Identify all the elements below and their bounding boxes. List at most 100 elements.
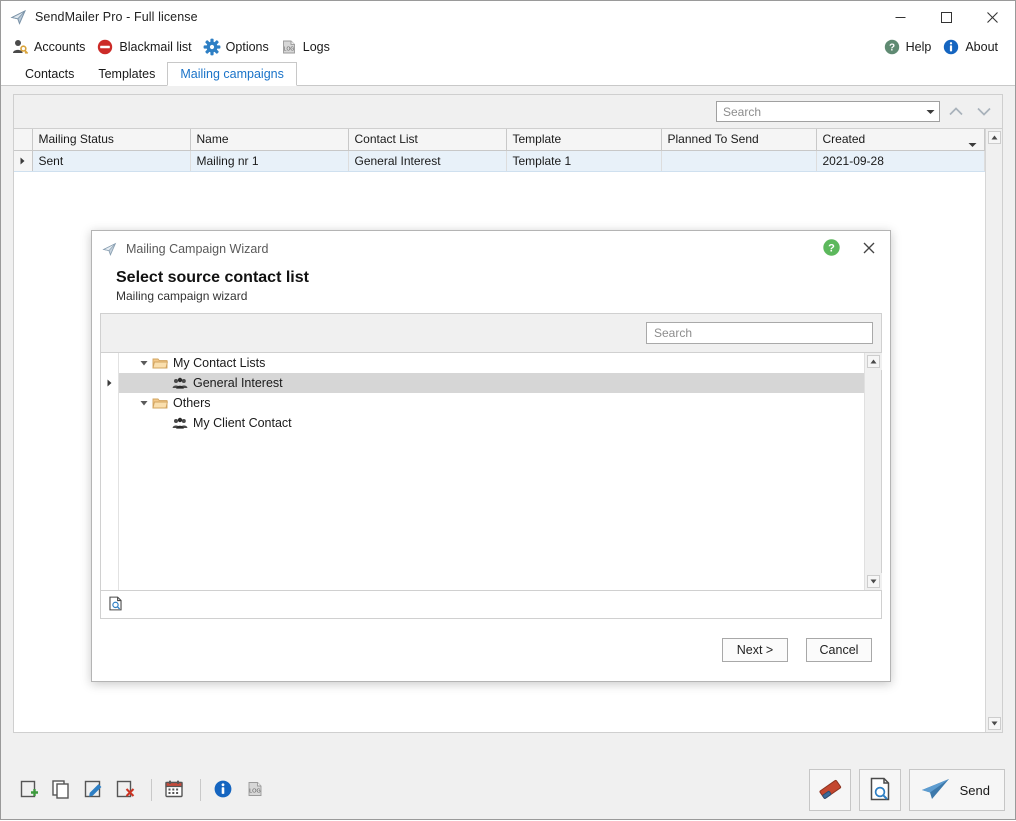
close-icon — [863, 242, 875, 257]
block-icon — [96, 38, 114, 56]
tree-list: My Contact Lists General Interest Others… — [119, 353, 864, 590]
column-header-created[interactable]: Created — [816, 129, 985, 151]
dialog-footer: Next > Cancel — [92, 619, 890, 681]
contacts-group-icon — [171, 415, 188, 431]
paper-plane-icon — [920, 776, 952, 805]
menu-item-options[interactable]: Options — [201, 35, 276, 59]
next-button[interactable]: Next > — [722, 638, 788, 662]
gear-icon — [203, 38, 221, 56]
search-input[interactable]: Search — [717, 105, 921, 119]
tab-templates[interactable]: Templates — [86, 63, 167, 86]
toolbar-separator — [151, 779, 152, 801]
column-header-planned-to-send[interactable]: Planned To Send — [661, 129, 817, 151]
bottom-toolbar-left: LOG — [15, 776, 273, 804]
edit-campaign-button[interactable] — [79, 776, 107, 804]
tree-scroll-down-button[interactable] — [865, 573, 882, 590]
title-bar: SendMailer Pro - Full license — [1, 1, 1015, 33]
tree-node-my-contact-lists[interactable]: My Contact Lists — [119, 353, 864, 373]
search-combo[interactable]: Search — [716, 101, 940, 122]
preview-document-button[interactable] — [858, 769, 901, 811]
preview-document-icon — [866, 775, 894, 806]
preview-document-icon[interactable] — [107, 595, 124, 615]
tab-mailing-campaigns[interactable]: Mailing campaigns — [167, 62, 297, 86]
dialog-title-bar-buttons: ? — [814, 231, 890, 267]
schedule-button[interactable] — [160, 776, 188, 804]
menu-item-logs[interactable]: LOG Logs — [278, 35, 337, 59]
menu-item-label: Accounts — [34, 40, 86, 54]
expand-collapse-icon[interactable] — [137, 359, 151, 367]
contacts-group-icon — [171, 375, 188, 391]
svg-text:LOG: LOG — [249, 788, 260, 794]
scroll-up-button[interactable] — [986, 129, 1002, 146]
column-header-name[interactable]: Name — [190, 129, 349, 151]
search-prev-button[interactable] — [944, 100, 968, 124]
tree-row-gutter — [101, 353, 119, 590]
cell-created[interactable]: 2021-09-28 — [816, 150, 985, 172]
dialog-search-field[interactable]: Search — [646, 322, 873, 344]
table-row[interactable]: Sent Mailing nr 1 General Interest Templ… — [14, 150, 985, 172]
logs-button[interactable]: LOG — [241, 776, 269, 804]
column-header-mailing-status[interactable]: Mailing Status — [32, 129, 191, 151]
info-circle-icon — [213, 779, 233, 802]
cell-planned-to-send[interactable] — [661, 150, 817, 172]
tree-vertical-scrollbar[interactable] — [864, 353, 882, 590]
chevron-down-icon[interactable] — [968, 137, 977, 151]
row-selector-header — [14, 129, 33, 151]
chevron-down-icon[interactable] — [921, 109, 939, 115]
cell-mailing-status[interactable]: Sent — [32, 150, 191, 172]
user-key-icon — [11, 38, 29, 56]
copy-campaign-button[interactable] — [47, 776, 75, 804]
schedule-calendar-icon — [163, 778, 185, 803]
dialog-subheading: Mailing campaign wizard — [116, 289, 248, 303]
tree-node-general-interest[interactable]: General Interest — [119, 373, 864, 393]
window-controls — [877, 1, 1015, 33]
window-title: SendMailer Pro - Full license — [35, 10, 198, 24]
cancel-button[interactable]: Cancel — [806, 638, 872, 662]
row-selector-cell[interactable] — [14, 150, 33, 172]
tree-node-others[interactable]: Others — [119, 393, 864, 413]
menu-item-label: Options — [225, 40, 269, 54]
tab-label: Mailing campaigns — [180, 67, 284, 81]
help-circle-icon: ? — [822, 238, 841, 260]
cell-template[interactable]: Template 1 — [506, 150, 662, 172]
tree-node-label: My Contact Lists — [173, 356, 266, 370]
dialog-close-button[interactable] — [848, 231, 890, 267]
send-button[interactable]: Send — [908, 769, 1005, 811]
scroll-down-button[interactable] — [986, 715, 1002, 732]
grid-vertical-scrollbar[interactable] — [985, 129, 1002, 732]
tree-node-my-client-contact[interactable]: My Client Contact — [119, 413, 864, 433]
tree-scroll-up-button[interactable] — [865, 353, 882, 370]
contact-list-tree: My Contact Lists General Interest Others… — [101, 353, 882, 590]
edit-campaign-icon — [82, 778, 104, 803]
paper-plane-icon — [102, 241, 118, 257]
clear-eraser-button[interactable] — [808, 769, 851, 811]
svg-text:?: ? — [828, 243, 835, 255]
menu-item-help[interactable]: ? Help — [881, 35, 939, 59]
folder-icon — [151, 395, 168, 411]
cell-name[interactable]: Mailing nr 1 — [190, 150, 349, 172]
column-header-contact-list[interactable]: Contact List — [348, 129, 507, 151]
new-campaign-button[interactable] — [15, 776, 43, 804]
dialog-status-row — [100, 591, 882, 619]
close-button[interactable] — [969, 1, 1015, 33]
info-button[interactable] — [209, 776, 237, 804]
search-next-button[interactable] — [972, 100, 996, 124]
column-header-template[interactable]: Template — [506, 129, 662, 151]
menu-item-blackmail-list[interactable]: Blackmail list — [94, 35, 198, 59]
delete-campaign-button[interactable] — [111, 776, 139, 804]
dialog-search-input[interactable]: Search — [647, 326, 692, 340]
menu-strip-right: ? Help About — [881, 35, 1007, 59]
toolbar-separator — [200, 779, 201, 801]
maximize-button[interactable] — [923, 1, 969, 33]
cell-contact-list[interactable]: General Interest — [348, 150, 507, 172]
dialog-help-button[interactable]: ? — [814, 232, 848, 266]
menu-item-accounts[interactable]: Accounts — [9, 35, 92, 59]
expand-collapse-icon[interactable] — [137, 399, 151, 407]
copy-campaign-icon — [50, 778, 72, 803]
minimize-button[interactable] — [877, 1, 923, 33]
delete-campaign-icon — [114, 778, 136, 803]
menu-item-about[interactable]: About — [940, 35, 1005, 59]
svg-text:?: ? — [889, 43, 895, 54]
log-file-icon: LOG — [245, 779, 265, 802]
tab-contacts[interactable]: Contacts — [13, 63, 86, 86]
